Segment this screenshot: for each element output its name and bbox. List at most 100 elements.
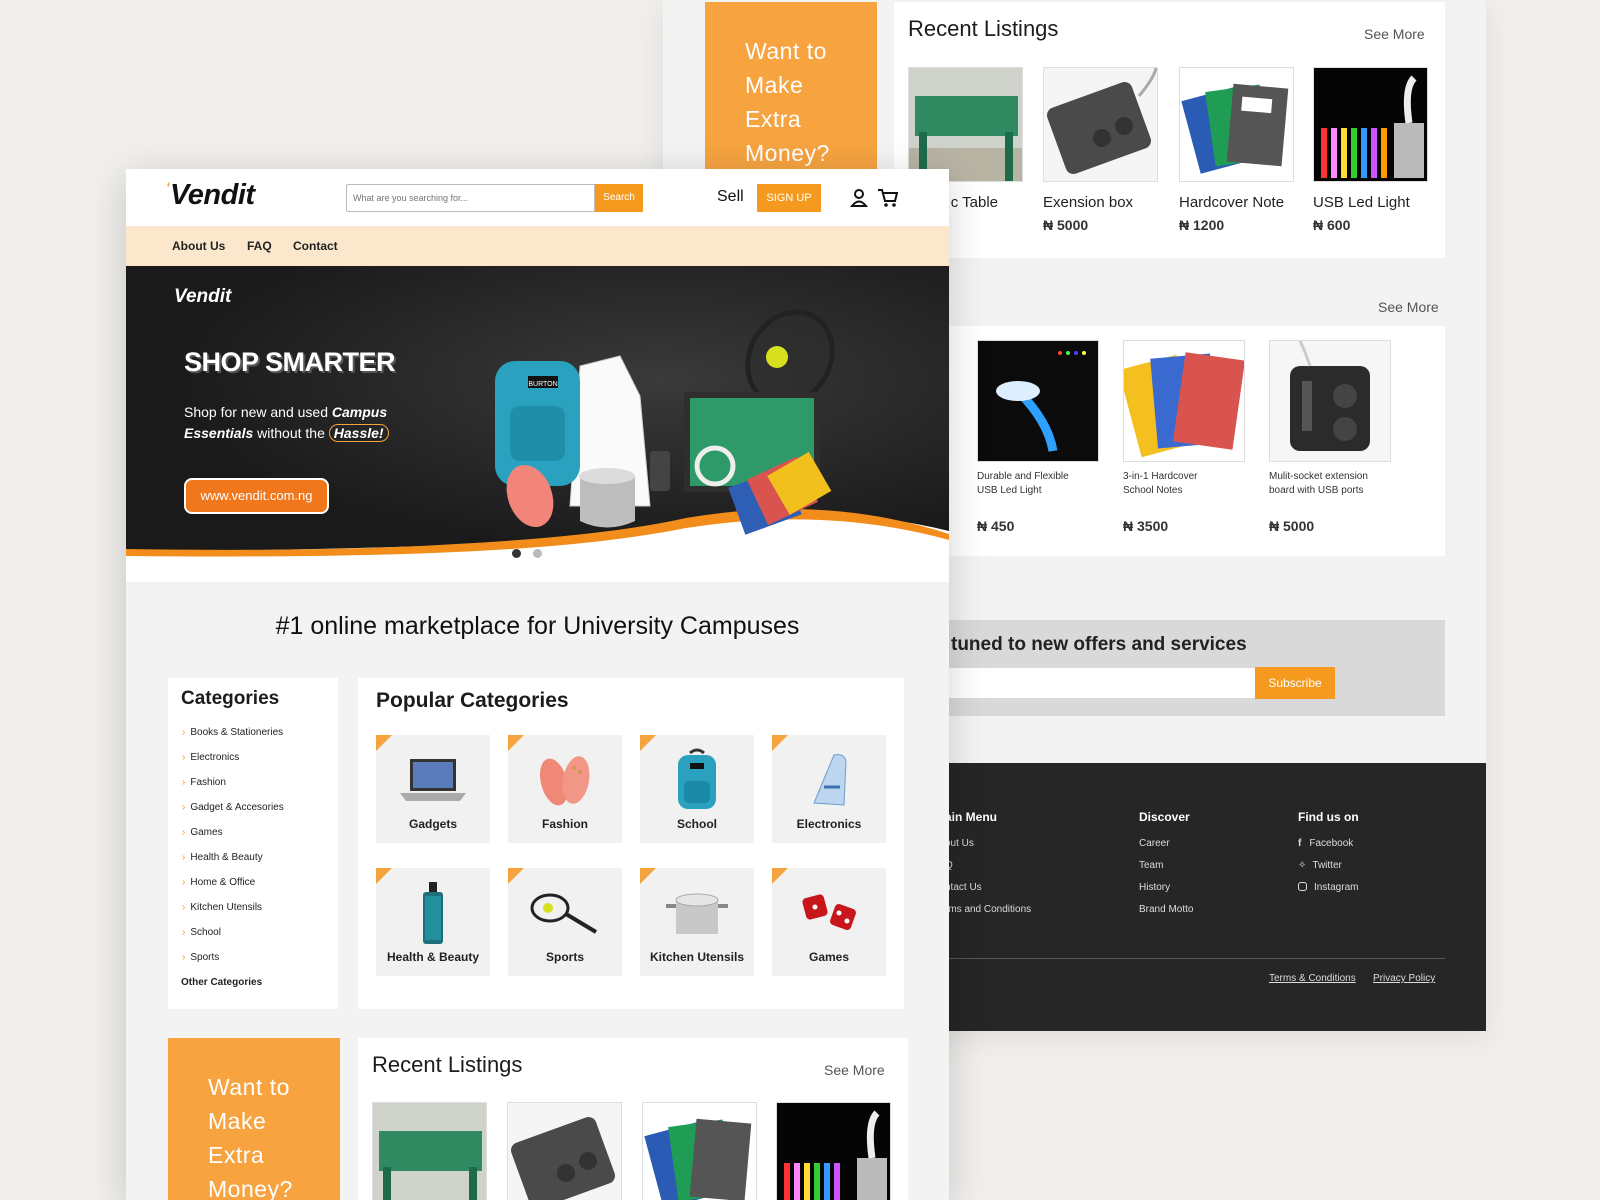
product-description[interactable]: 3-in-1 Hardcover School Notes: [1123, 470, 1223, 498]
newsletter-section: tuned to new offers and services Subscri…: [945, 620, 1445, 716]
extra-money-promo[interactable]: Want to Make Extra Money?: [705, 2, 877, 192]
promo-line: Money?: [208, 1176, 293, 1200]
category-item[interactable]: › Kitchen Utensils: [182, 902, 284, 927]
extra-money-promo[interactable]: Want to Make Extra Money?: [168, 1038, 340, 1200]
category-item[interactable]: › Health & Beauty: [182, 852, 284, 877]
category-item[interactable]: › Gadget & Accesories: [182, 802, 284, 827]
footer-link[interactable]: ntact Us: [945, 882, 1031, 893]
category-tile-school[interactable]: School: [640, 735, 754, 843]
category-label: Health & Beauty: [190, 852, 263, 863]
category-tile-fashion[interactable]: Fashion: [508, 735, 622, 843]
product-price: ₦ 3500: [1123, 518, 1169, 534]
product-description[interactable]: Mulit-socket extension board with USB po…: [1269, 470, 1381, 498]
sell-link[interactable]: Sell: [717, 188, 744, 206]
subscribe-button[interactable]: Subscribe: [1255, 667, 1335, 699]
backpack-icon: [640, 747, 754, 813]
product-name[interactable]: USB Led Light: [1313, 194, 1410, 211]
footer-col-social: Find us on f Facebook ✧ Twitter Instagram: [1298, 810, 1359, 893]
footer-link[interactable]: Q: [945, 860, 1031, 871]
category-tile-sports[interactable]: Sports: [508, 868, 622, 976]
category-tile-health-beauty[interactable]: Health & Beauty: [376, 868, 490, 976]
footer-link[interactable]: rms and Conditions: [945, 904, 1031, 915]
footer-link[interactable]: Brand Motto: [1139, 904, 1193, 915]
user-icon[interactable]: [849, 188, 869, 208]
category-item[interactable]: › Home & Office: [182, 877, 284, 902]
featured-listings-panel: Durable and Flexible USB Led Light ₦ 450…: [945, 326, 1445, 556]
hero-logo-text: Vendit: [174, 286, 232, 307]
privacy-link[interactable]: Privacy Policy: [1373, 973, 1435, 984]
category-tile-kitchen-utensils[interactable]: Kitchen Utensils: [640, 868, 754, 976]
footer-col-discover: Discover Career Team History Brand Motto: [1139, 810, 1193, 915]
product-image-table[interactable]: [908, 67, 1023, 182]
chevron-right-icon: ›: [182, 802, 186, 813]
nav-faq[interactable]: FAQ: [247, 239, 272, 253]
product-name[interactable]: Hardcover Note: [1179, 194, 1284, 211]
category-tile-electronics[interactable]: Electronics: [772, 735, 886, 843]
see-more-link[interactable]: See More: [1378, 299, 1439, 315]
see-more-link[interactable]: See More: [824, 1062, 885, 1078]
carousel-dot-active[interactable]: [512, 549, 521, 558]
product-image-extension-box[interactable]: [507, 1102, 622, 1200]
chevron-right-icon: ›: [182, 927, 186, 938]
instagram-link[interactable]: Instagram: [1298, 882, 1359, 893]
category-item[interactable]: › Games: [182, 827, 284, 852]
category-item[interactable]: › Electronics: [182, 752, 284, 777]
category-item[interactable]: › Sports: [182, 952, 284, 977]
product-price: ₦ 5000: [1043, 217, 1089, 233]
footer-link[interactable]: out Us: [945, 838, 1031, 849]
product-image-hardcover-note[interactable]: [642, 1102, 757, 1200]
category-tile-games[interactable]: Games: [772, 868, 886, 976]
product-image-usb-led-light[interactable]: [776, 1102, 891, 1200]
marketplace-tagline: #1 online marketplace for University Cam…: [275, 612, 800, 640]
category-label: School: [190, 927, 221, 938]
category-item[interactable]: › Fashion: [182, 777, 284, 802]
product-image-extension-box[interactable]: [1043, 67, 1158, 182]
facebook-link[interactable]: f Facebook: [1298, 838, 1359, 849]
footer-link[interactable]: Career: [1139, 838, 1193, 849]
terms-link[interactable]: Terms & Conditions: [1269, 973, 1356, 984]
product-image-usb-led-light[interactable]: [977, 340, 1099, 462]
product-name[interactable]: Exension box: [1043, 194, 1133, 211]
product-image-extension-board[interactable]: [1269, 340, 1391, 462]
signup-button[interactable]: SIGN UP: [757, 184, 821, 212]
cart-icon[interactable]: [877, 188, 899, 208]
product-image-hardcover-notes[interactable]: [1123, 340, 1245, 462]
see-more-link[interactable]: See More: [1364, 26, 1425, 42]
hero-url-button[interactable]: www.vendit.com.ng: [184, 478, 329, 514]
crocs-icon: [508, 747, 622, 813]
category-tile-gadgets[interactable]: Gadgets: [376, 735, 490, 843]
vendit-logo[interactable]: ‘Vendit: [166, 179, 255, 212]
promo-line: Want to: [745, 38, 827, 64]
search-input[interactable]: [346, 184, 595, 212]
carousel-dot[interactable]: [533, 549, 542, 558]
footer-link[interactable]: Team: [1139, 860, 1193, 871]
category-label: Fashion: [190, 777, 226, 788]
category-label: Electronics: [190, 752, 240, 763]
tile-label: Fashion: [541, 817, 588, 831]
other-categories-link[interactable]: Other Categories: [181, 977, 262, 988]
category-list: › Books & Stationeries › Electronics › Fash…: [182, 727, 284, 977]
popular-categories-panel: Popular Categories Gadgets Fashion Schoo…: [358, 678, 904, 1009]
product-description[interactable]: Durable and Flexible USB Led Light: [977, 470, 1089, 498]
phones: [650, 451, 670, 491]
nav-contact[interactable]: Contact: [293, 239, 338, 253]
footer-link[interactable]: History: [1139, 882, 1193, 893]
product-price: ₦ 5000: [1269, 518, 1315, 534]
search-button[interactable]: Search: [595, 184, 643, 212]
categories-title: Categories: [181, 688, 280, 709]
hero-sub-hassle: Hassle!: [328, 424, 389, 442]
product-image-usb-led-light[interactable]: [1313, 67, 1428, 182]
chevron-right-icon: ›: [182, 827, 186, 838]
nav-about-us[interactable]: About Us: [172, 239, 225, 253]
category-label: Kitchen Utensils: [190, 902, 263, 913]
category-item[interactable]: › School: [182, 927, 284, 952]
product-image-hardcover-note[interactable]: [1179, 67, 1294, 182]
category-item[interactable]: › Books & Stationeries: [182, 727, 284, 752]
chevron-right-icon: ›: [182, 752, 186, 763]
twitter-link[interactable]: ✧ Twitter: [1298, 860, 1359, 871]
social-label: Facebook: [1309, 838, 1354, 849]
chevron-right-icon: ›: [182, 852, 186, 863]
promo-line: Extra: [208, 1142, 265, 1168]
newsletter-email-input[interactable]: [945, 668, 1255, 698]
product-image-table[interactable]: [372, 1102, 487, 1200]
